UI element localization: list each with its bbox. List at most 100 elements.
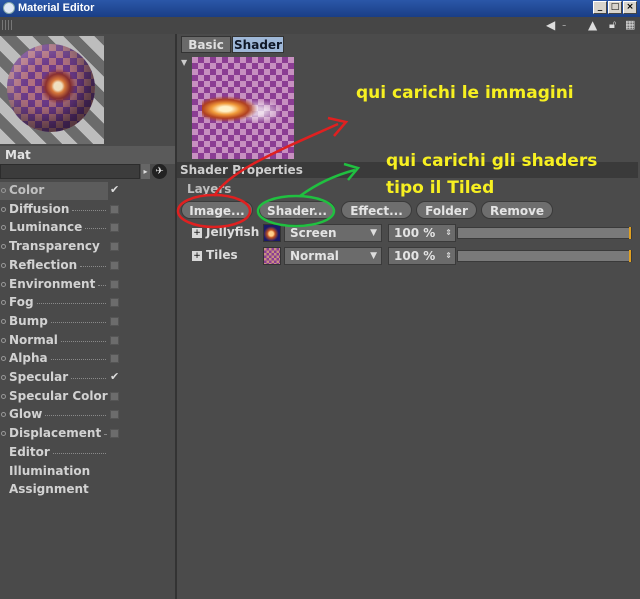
arrow-left-icon[interactable]: ◀ [546, 18, 555, 32]
channel-label: Specular [9, 370, 69, 384]
channel-checkbox[interactable] [110, 260, 119, 270]
leader-dots [72, 209, 106, 211]
chevron-right-icon[interactable]: ▸ [141, 164, 150, 179]
channel-checkmark-icon[interactable]: ✔ [110, 182, 119, 196]
arrow-up-icon[interactable]: ▲ [588, 18, 597, 32]
navigate-icon[interactable]: ✈ [152, 164, 167, 179]
leader-dots [37, 303, 106, 305]
channel-item[interactable]: Specular Color [0, 388, 175, 406]
minimize-button[interactable]: _ [593, 1, 607, 14]
channel-item[interactable]: Fog [0, 294, 175, 312]
material-name[interactable]: Mat [0, 146, 175, 164]
channel-checkbox[interactable] [110, 410, 119, 420]
channel-label: Alpha [9, 351, 48, 366]
panel-divider[interactable] [175, 34, 177, 599]
channel-checkbox[interactable] [110, 242, 119, 252]
channel-item[interactable]: Bump [0, 313, 175, 331]
window-title: Material Editor [18, 2, 95, 14]
channel-item[interactable]: Color ✔ [0, 182, 119, 200]
opacity-slider[interactable] [457, 250, 632, 262]
blend-mode-select[interactable]: Normal ▼ [284, 247, 382, 265]
channel-item[interactable]: Normal [0, 332, 175, 350]
channel-item[interactable]: Assignment [0, 481, 175, 499]
channel-checkbox[interactable] [110, 204, 119, 214]
layer-name: Jellyfish [206, 225, 260, 239]
channel-label: Glow [9, 407, 43, 422]
channel-checkbox[interactable] [110, 223, 119, 233]
channel-dot-icon [1, 412, 6, 418]
spinner-icon[interactable]: ⇕ [445, 225, 452, 241]
config-icon[interactable]: ▦ [625, 18, 635, 31]
shader-preview [192, 57, 294, 159]
channel-checkbox[interactable] [110, 279, 119, 289]
maximize-button[interactable]: □ [608, 1, 622, 14]
channel-checkbox[interactable] [110, 316, 119, 326]
channel-dot-icon [1, 206, 6, 212]
close-button[interactable]: × [623, 1, 637, 14]
channel-item[interactable]: Editor [0, 444, 175, 462]
remove-button[interactable]: Remove [481, 201, 553, 219]
channel-dot-icon [1, 262, 6, 268]
opacity-field[interactable]: 100 % ⇕ [388, 247, 456, 265]
channel-item[interactable]: Alpha [0, 350, 175, 368]
lock-icon[interactable]: 🔓︎ [609, 18, 616, 32]
grip-icon[interactable] [2, 20, 12, 30]
tab-basic[interactable]: Basic [181, 36, 231, 53]
blend-mode-select[interactable]: Screen ▼ [284, 224, 382, 242]
leader-dots [85, 228, 106, 230]
shader-annotation-line2: tipo il Tiled [386, 178, 495, 198]
channel-checkbox[interactable] [110, 391, 119, 401]
effect-button[interactable]: Effect... [341, 201, 412, 219]
channel-item[interactable]: Specular ✔ [0, 369, 175, 387]
shader-button[interactable]: Shader... [259, 201, 335, 219]
channel-checkbox[interactable] [110, 429, 119, 439]
channel-panel: Mat ▸ ✈ Color ✔ Diffusion Luminance Transpar… [0, 34, 175, 599]
material-preview[interactable] [0, 36, 104, 144]
channel-label: Color [9, 183, 45, 197]
spinner-icon[interactable]: ⇕ [445, 248, 452, 264]
channel-checkbox[interactable] [110, 335, 119, 345]
leader-dots [53, 452, 106, 454]
channel-dot-icon [1, 281, 6, 287]
folder-button[interactable]: Folder [416, 201, 477, 219]
image-annotation: qui carichi le immagini [356, 83, 574, 103]
leader-dots [45, 415, 106, 417]
channel-checkbox[interactable] [110, 354, 119, 364]
layer-row[interactable]: + Tiles Normal ▼ 100 % ⇕ [190, 247, 635, 265]
opacity-value: 100 % [394, 249, 436, 263]
leader-dots [98, 284, 106, 286]
channel-checkmark-icon[interactable]: ✔ [110, 369, 119, 383]
channel-item[interactable]: Glow [0, 406, 175, 424]
channel-item[interactable]: Transparency [0, 238, 175, 256]
leader-dots [61, 340, 106, 342]
tab-shader[interactable]: Shader [232, 36, 284, 53]
channel-label: Transparency [9, 239, 100, 254]
channel-item[interactable]: Reflection [0, 257, 175, 275]
leader-dots [71, 378, 106, 379]
opacity-value: 100 % [394, 226, 436, 240]
channel-checkbox[interactable] [110, 298, 119, 308]
channel-label: Fog [9, 295, 34, 310]
channel-label: Specular Color [9, 388, 108, 403]
material-name-input[interactable] [0, 164, 140, 179]
channel-item[interactable]: Displacement [0, 425, 175, 443]
layer-thumbnail[interactable] [263, 247, 281, 265]
expand-icon[interactable]: + [192, 251, 202, 261]
channel-item[interactable]: Environment [0, 276, 175, 294]
channel-label: Bump [9, 313, 48, 328]
channel-item[interactable]: Diffusion [0, 201, 175, 219]
channel-dot-icon [1, 188, 6, 193]
layer-thumbnail[interactable] [263, 224, 281, 242]
layer-row[interactable]: + Jellyfish Screen ▼ 100 % ⇕ [190, 224, 635, 242]
image-button[interactable]: Image... [181, 201, 253, 219]
channel-dot-icon [1, 337, 6, 343]
channel-item[interactable]: Luminance [0, 219, 175, 237]
preview-collapse-icon[interactable]: ▼ [181, 58, 187, 67]
opacity-field[interactable]: 100 % ⇕ [388, 224, 456, 242]
leader-dots [51, 321, 106, 323]
channel-item[interactable]: Illumination [0, 463, 175, 481]
opacity-slider[interactable] [457, 227, 632, 239]
expand-icon[interactable]: + [192, 228, 202, 238]
leader-dots [80, 265, 106, 267]
window-titlebar: Material Editor _ □ × [0, 0, 640, 17]
